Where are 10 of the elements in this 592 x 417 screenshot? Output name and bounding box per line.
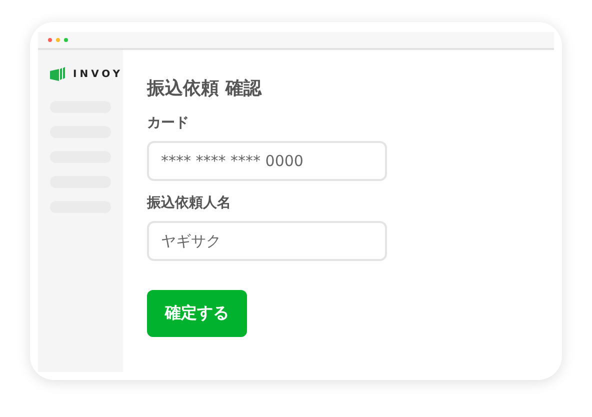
input-field[interactable]: ヤギサク [147,221,387,261]
logo-text: INVOY [73,68,124,80]
zoom-dot-icon[interactable] [64,38,68,42]
minimize-dot-icon[interactable] [56,38,60,42]
field-label: 振込依頼人名 [147,194,231,212]
field-label: カード [147,114,189,132]
logo-icon [50,67,67,81]
page-title: 振込依頼 確認 [147,77,262,100]
close-dot-icon[interactable] [48,38,52,42]
input-field[interactable]: **** **** **** 0000 [147,141,387,181]
